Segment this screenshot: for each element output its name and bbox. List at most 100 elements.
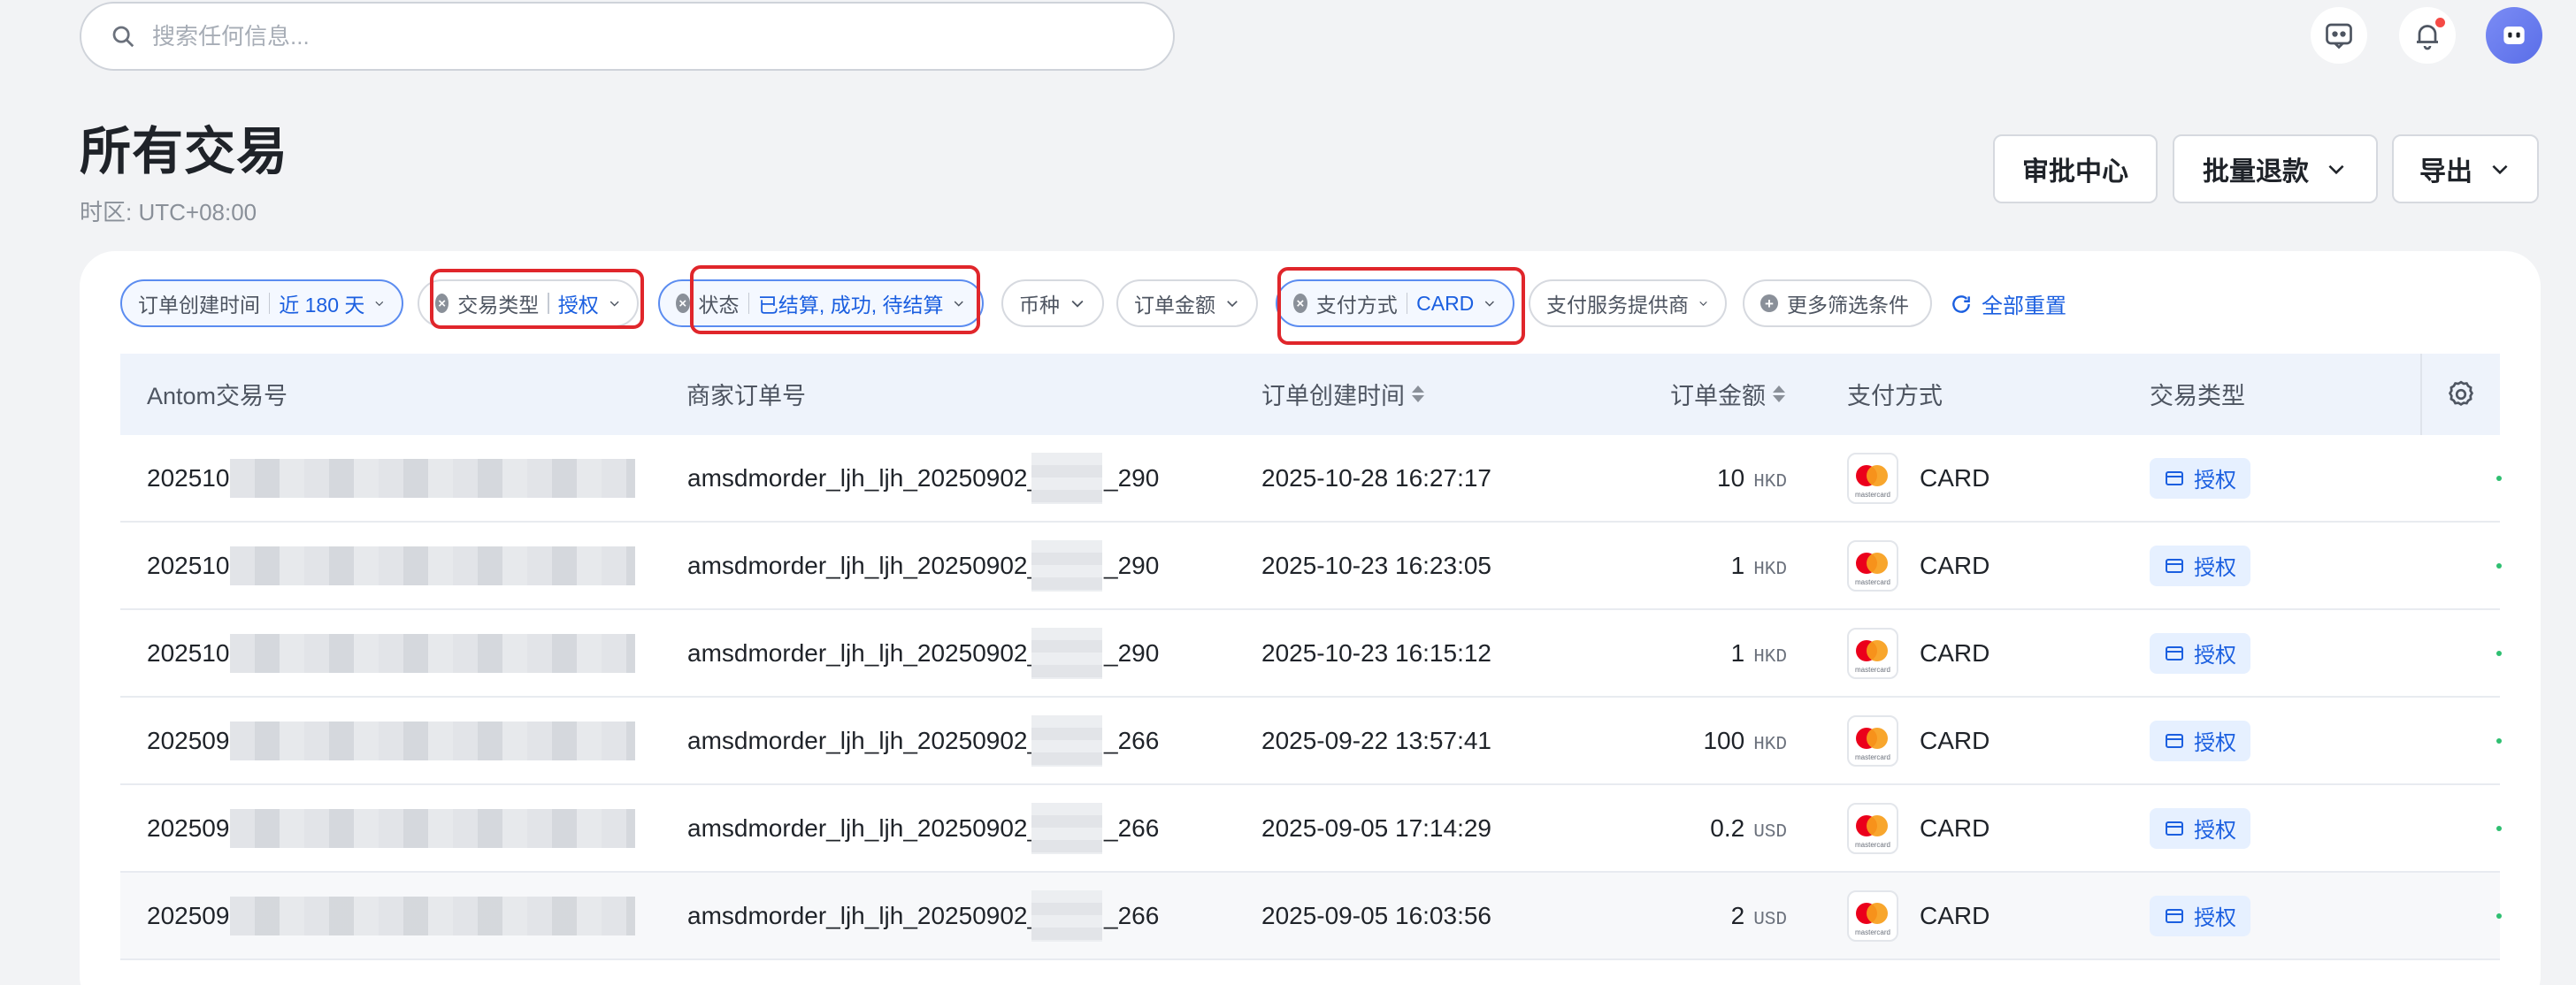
filter-label: 支付方式 [1315,294,1398,317]
chevron-down-icon [375,301,384,307]
filter-status[interactable]: × 状态 已结算, 成功, 待结算 [658,279,984,327]
merchant-order-start: amsdmorder_ljh_ljh_20250902_1 [687,726,1055,754]
merchant-order-end: _266 [1104,726,1160,754]
filter-payment-provider[interactable]: 支付服务提供商 [1529,279,1727,327]
table-row[interactable]: 202509 amsdmorder_ljh_ljh_20250902_1 _266 2… [120,873,2502,960]
status-dot [2496,912,2502,919]
filter-created-time[interactable]: 订单创建时间 近 180 天 [120,279,403,327]
merchant-order-start: amsdmorder_ljh_ljh_20250902_1 [687,638,1055,667]
export-label: 导出 [2419,157,2472,187]
payment-method: CARD [1920,463,1990,492]
filter-label: 状态 [698,294,740,317]
sort-icon[interactable] [1773,386,1785,402]
created-time: 2025-10-28 16:27:17 [1261,463,1491,492]
status-dot [2496,650,2502,656]
column-header-amount[interactable]: 订单金额 [1670,377,1785,411]
clear-filter-icon[interactable]: × [676,294,690,313]
redacted-order-part [1031,890,1102,942]
mastercard-icon: mastercard [1847,452,1898,504]
merchant-order-start: amsdmorder_ljh_ljh_20250902_1 [687,551,1055,579]
mastercard-icon: mastercard [1847,802,1898,854]
avatar[interactable] [2486,7,2542,64]
amount-value: 1 [1730,551,1745,579]
filter-currency[interactable]: 币种 [1001,279,1104,327]
merchant-order-end: _290 [1104,463,1160,492]
chevron-down-icon [1485,301,1495,307]
column-header-txn-id: Antom交易号 [147,383,288,409]
clear-filter-icon[interactable]: × [435,294,449,313]
transaction-type-badge: 授权 [2150,895,2250,936]
status-dot [2496,737,2502,744]
table-row[interactable]: 202509 amsdmorder_ljh_ljh_20250902_1 _266 2… [120,785,2502,873]
txn-id-prefix: 202510 [147,463,230,492]
card-icon [2166,733,2183,748]
redacted-order-part [1031,714,1102,767]
transaction-type-badge: 授权 [2150,807,2250,849]
chevron-down-icon [1227,301,1238,308]
order-amount: 2 USD [1731,902,1787,930]
column-header-created-time[interactable]: 订单创建时间 [1261,377,1424,411]
created-time: 2025-09-22 13:57:41 [1261,726,1491,754]
sort-icon[interactable] [1412,386,1424,402]
status-dot [2496,562,2502,569]
redacted-txn-id [230,808,635,848]
redacted-order-part [1031,627,1102,679]
currency-code: HKD [1753,471,1787,492]
redacted-order-part [1031,452,1102,504]
search-icon [112,26,134,48]
batch-refund-label: 批量退款 [2203,157,2309,187]
filter-label: 交易类型 [457,294,540,317]
search-input[interactable] [152,22,1125,50]
payment-method: CARD [1920,551,1990,579]
clear-filter-icon[interactable]: × [1293,294,1307,313]
currency-code: HKD [1753,559,1787,580]
merchant-order-start: amsdmorder_ljh_ljh_20250902_1 [687,813,1055,842]
search-bar[interactable] [80,2,1175,71]
chevron-down-icon [1699,301,1707,307]
table-row[interactable]: 202510 amsdmorder_ljh_ljh_20250902_17 _290… [120,435,2502,523]
chevron-down-icon [610,301,619,307]
filter-order-amount[interactable]: 订单金额 [1116,279,1258,327]
page-title: 所有交易 [80,123,289,180]
notification-button[interactable] [2399,7,2456,64]
amount-value: 10 [1717,463,1745,492]
merchant-order-end: _290 [1104,551,1160,579]
merchant-order-end: _290 [1104,638,1160,667]
redacted-order-part [1031,539,1102,592]
assistant-button[interactable] [2311,7,2367,64]
gear-icon [2448,380,2474,406]
approval-center-label: 审批中心 [2022,157,2128,187]
column-settings-button[interactable] [2420,354,2500,435]
txn-id-prefix: 202510 [147,638,230,667]
transaction-type-badge: 授权 [2150,632,2250,674]
status-dot [2496,475,2502,481]
mastercard-icon: mastercard [1847,627,1898,679]
txn-id-prefix: 202509 [147,901,230,929]
export-button[interactable]: 导出 [2392,134,2539,203]
txn-id-prefix: 202509 [147,813,230,842]
divider [748,293,749,314]
reset-all-button[interactable]: 全部重置 [1950,288,2066,319]
column-header-payment-method: 支付方式 [1847,383,1943,409]
status-dot [2496,825,2502,831]
approval-center-button[interactable]: 审批中心 [1993,134,2158,203]
mastercard-icon: mastercard [1847,890,1898,942]
card-icon [2166,645,2183,660]
redacted-txn-id [230,721,635,760]
filter-payment-method[interactable]: × 支付方式 CARD [1276,279,1514,327]
table-row[interactable]: 202510 amsdmorder_ljh_ljh_20250902_1 _290 2… [120,523,2502,610]
transaction-type-badge: 授权 [2150,720,2250,761]
redacted-txn-id [230,633,635,673]
filter-transaction-type[interactable]: × 交易类型 授权 [418,279,639,327]
filter-value: CARD [1416,291,1475,315]
redacted-txn-id [230,458,635,498]
chevron-down-icon [2492,164,2508,175]
more-filters-button[interactable]: + 更多筛选条件 [1743,279,1932,327]
table-row[interactable]: 202510 amsdmorder_ljh_ljh_20250902_1 _290 2… [120,610,2502,698]
merchant-order-start: amsdmorder_ljh_ljh_20250902_17 [687,463,1070,492]
filter-value: 授权 [557,294,599,317]
order-amount: 0.2 USD [1710,814,1787,843]
redacted-txn-id [230,546,635,585]
batch-refund-button[interactable]: 批量退款 [2173,134,2378,203]
table-row[interactable]: 202509 amsdmorder_ljh_ljh_20250902_1 _266 2… [120,698,2502,785]
